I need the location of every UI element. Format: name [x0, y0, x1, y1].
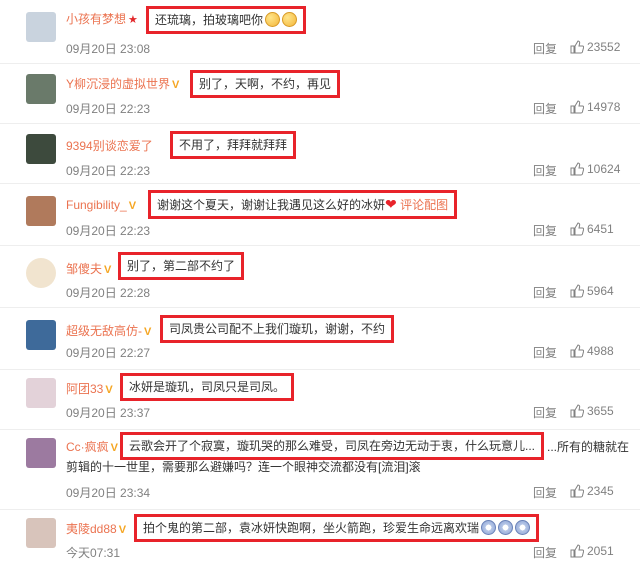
emoji-icon: [282, 12, 298, 27]
timestamp: 09月20日 23:34: [66, 486, 151, 500]
timestamp: 09月20日 22:23: [66, 164, 151, 178]
comment-item: 邹傻夫 V 别了，第二部不约了 09月20日 22:28 回复 5964: [0, 246, 640, 308]
reply-button[interactable]: 回复: [533, 222, 557, 239]
username[interactable]: 9394别谈恋爱了: [66, 137, 153, 154]
comment-list: 小孩有梦想 ★ 还琉璃，拍玻璃吧你 09月20日 23:08 回复 23552 Y…: [0, 0, 640, 567]
comment-text: 云歌会开了个寂寞，璇玑哭的那么难受，司凤在旁边无动于衷，什么玩意儿...: [120, 432, 545, 460]
thumbs-up-icon: [570, 484, 585, 498]
timestamp: 今天07:31: [66, 546, 121, 560]
like-button[interactable]: 3655: [570, 404, 614, 418]
username[interactable]: Cc·疯疯 V: [66, 438, 118, 455]
verified-icon: V: [105, 384, 113, 396]
comment-item: Cc·疯疯 V 云歌会开了个寂寞，璇玑哭的那么难受，司凤在旁边无动于衷，什么玩意儿…: [0, 430, 640, 510]
comment-item: 夷陵dd88 V 拍个鬼的第二部，袁冰妍快跑啊，坐火箭跑，珍爱生命远离欢瑞 今天0…: [0, 510, 640, 567]
comment-item: 超级无敌高仿- V 司凤贵公司配不上我们璇玑，谢谢，不约 09月20日 22:27…: [0, 308, 640, 370]
thumbs-up-icon: [570, 162, 585, 176]
reply-button[interactable]: 回复: [533, 40, 557, 57]
reply-button[interactable]: 回复: [533, 404, 557, 421]
comment-text-continued: ...所有的糖就在: [547, 440, 630, 454]
timestamp: 09月20日 22:23: [66, 102, 151, 116]
crying-emoji-icon: [515, 520, 531, 535]
verified-icon: V: [110, 442, 119, 454]
thumbs-up-icon: [570, 40, 585, 54]
comment-text: 司凤贵公司配不上我们璇玑，谢谢，不约: [160, 315, 395, 343]
comment-text-line2: 剪辑的十一世里，需要那么避嫌吗？连一个眼神交流都没有[流泪]滚: [66, 460, 421, 474]
reply-button[interactable]: 回复: [533, 100, 557, 117]
avatar[interactable]: [26, 196, 56, 226]
like-button[interactable]: 23552: [570, 40, 620, 54]
comment-item: 阿团33 V 冰妍是璇玑，司凤只是司凤。 09月20日 23:37 回复 3655: [0, 370, 640, 430]
verified-icon: V: [144, 326, 152, 338]
thumbs-up-icon: [570, 404, 585, 418]
star-badge-icon: ★: [128, 14, 138, 26]
reply-button[interactable]: 回复: [533, 484, 557, 501]
timestamp: 09月20日 23:37: [66, 406, 151, 420]
comment-item: 9394别谈恋爱了 不用了，拜拜就拜拜 09月20日 22:23 回复 1062…: [0, 124, 640, 184]
avatar[interactable]: [26, 74, 56, 104]
timestamp: 09月20日 22:27: [66, 346, 151, 360]
avatar[interactable]: [26, 258, 56, 288]
comment-text: 拍个鬼的第二部，袁冰妍快跑啊，坐火箭跑，珍爱生命远离欢瑞: [134, 514, 540, 542]
heart-icon: ❤: [385, 196, 397, 212]
timestamp: 09月20日 22:23: [66, 224, 151, 238]
thumbs-up-icon: [570, 544, 585, 558]
like-button[interactable]: 4988: [570, 344, 614, 358]
avatar[interactable]: [26, 134, 56, 164]
username[interactable]: 夷陵dd88 V: [66, 520, 126, 537]
like-button[interactable]: 2051: [570, 544, 614, 558]
comment-text: 还琉璃，拍玻璃吧你: [146, 6, 307, 34]
comment-text: 别了，第二部不约了: [118, 252, 245, 280]
emoji-icon: [265, 12, 281, 27]
verified-icon: V: [172, 79, 180, 91]
reply-button[interactable]: 回复: [533, 344, 557, 361]
comment-text: 谢谢这个夏天，谢谢让我遇见这么好的冰妍❤ 评论配图: [148, 190, 458, 219]
reply-button[interactable]: 回复: [533, 162, 557, 179]
verified-icon: V: [118, 524, 127, 536]
like-button[interactable]: 5964: [570, 284, 614, 298]
avatar[interactable]: [26, 12, 56, 42]
comment-text: 不用了，拜拜就拜拜: [170, 131, 297, 159]
avatar[interactable]: [26, 320, 56, 350]
timestamp: 09月20日 23:08: [66, 42, 151, 56]
username[interactable]: 小孩有梦想 ★: [66, 10, 138, 27]
verified-icon: V: [128, 200, 137, 212]
username[interactable]: Y柳沉浸的虚拟世界 V: [66, 75, 179, 92]
like-button[interactable]: 10624: [570, 162, 620, 176]
comment-item: 小孩有梦想 ★ 还琉璃，拍玻璃吧你 09月20日 23:08 回复 23552: [0, 0, 640, 64]
reply-button[interactable]: 回复: [533, 284, 557, 301]
thumbs-up-icon: [570, 344, 585, 358]
comment-image-link[interactable]: 评论配图: [400, 198, 448, 212]
crying-emoji-icon: [481, 520, 497, 535]
comment-text: 别了，天啊，不约，再见: [190, 70, 341, 98]
verified-icon: V: [104, 264, 112, 276]
avatar[interactable]: [26, 378, 56, 408]
like-button[interactable]: 6451: [570, 222, 614, 236]
like-button[interactable]: 2345: [570, 484, 614, 498]
avatar[interactable]: [26, 438, 56, 468]
thumbs-up-icon: [570, 284, 585, 298]
like-button[interactable]: 14978: [570, 100, 620, 114]
comment-item: Y柳沉浸的虚拟世界 V 别了，天啊，不约，再见 09月20日 22:23 回复 1…: [0, 64, 640, 124]
timestamp: 09月20日 22:28: [66, 286, 151, 300]
username[interactable]: Fungibility_ V: [66, 198, 136, 212]
username[interactable]: 超级无敌高仿- V: [66, 322, 151, 339]
reply-button[interactable]: 回复: [533, 544, 557, 561]
comment-text: 冰妍是璇玑，司凤只是司凤。: [120, 373, 295, 401]
thumbs-up-icon: [570, 100, 585, 114]
comment-item: Fungibility_ V 谢谢这个夏天，谢谢让我遇见这么好的冰妍❤ 评论配图 …: [0, 184, 640, 246]
avatar[interactable]: [26, 518, 56, 548]
username[interactable]: 阿团33 V: [66, 380, 113, 397]
crying-emoji-icon: [498, 520, 514, 535]
thumbs-up-icon: [570, 222, 585, 236]
username[interactable]: 邹傻夫 V: [66, 260, 111, 277]
